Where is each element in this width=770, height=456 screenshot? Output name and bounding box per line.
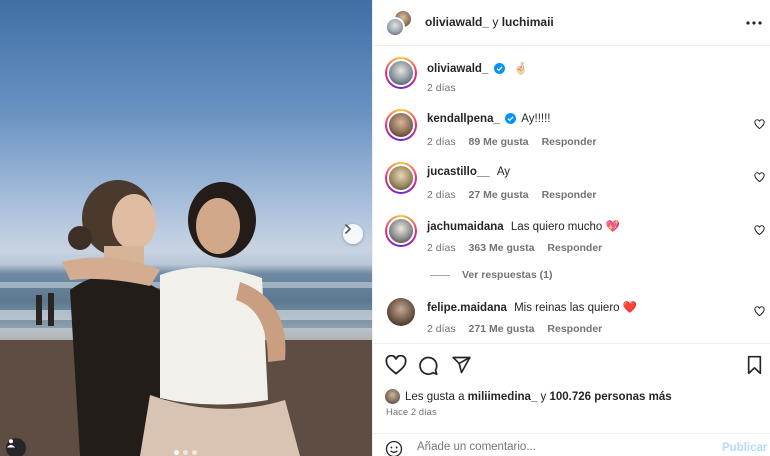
comment-meta: 2 días 271 Me gusta Responder [427,323,612,335]
comment-row: jucastillo__ Ay 2 días 27 Me gusta Respo… [385,162,765,206]
carousel-dot [183,450,188,455]
caption-meta: 2 días [427,82,466,94]
comment-input[interactable] [417,441,717,453]
avatar [385,389,400,404]
comment-text: jachumaidana Las quiero mucho 💖 [427,219,620,233]
post-time[interactable]: Hace 2 días [386,407,437,418]
reply-button[interactable]: Responder [542,189,597,201]
comment-composer: Publicar [373,433,770,456]
comment-likes[interactable]: 271 Me gusta [469,323,535,335]
publish-button[interactable]: Publicar [722,442,767,454]
comment-text: kendallpena_ Ay!!!!! [427,113,550,125]
avatar[interactable] [385,17,405,37]
instagram-post: oliviawald_ y luchimaii oliviawald_ 🤞🏻 2… [0,0,770,456]
comment-time[interactable]: 2 días [427,136,456,148]
comment-body: Las quiero mucho 💖 [510,221,620,233]
heart-icon[interactable] [754,172,765,183]
comment-time[interactable]: 2 días [427,189,456,201]
verified-icon [505,113,517,124]
comment-username[interactable]: felipe.maidana [427,302,507,314]
likes-user[interactable]: miliimedina_ [468,391,538,403]
post-photo[interactable] [0,0,372,456]
comment-likes[interactable]: 89 Me gusta [469,136,529,148]
avatar[interactable] [385,109,417,141]
comment-username[interactable]: jucastillo__ [427,166,490,178]
photo-illustration [0,180,372,456]
avatar[interactable] [385,57,417,89]
comment-time[interactable]: 2 días [427,323,456,335]
reply-button[interactable]: Responder [547,323,602,335]
likes-joiner: y [540,390,547,403]
comment-body: Ay [496,166,511,178]
view-replies-button[interactable]: Ver respuestas (1) [430,269,552,281]
caption-text: oliviawald_ 🤞🏻 [427,61,528,75]
comment-meta: 2 días 363 Me gusta Responder [427,242,612,254]
comment-meta: 2 días 89 Me gusta Responder [427,136,606,148]
more-options-button[interactable] [745,14,763,32]
post-side-panel: oliviawald_ y luchimaii oliviawald_ 🤞🏻 2… [372,0,770,456]
replies-divider [430,274,450,276]
comment-likes[interactable]: 363 Me gusta [469,242,535,254]
heart-icon[interactable] [754,306,765,317]
comment-text: jucastillo__ Ay [427,166,510,178]
user-tag-button[interactable] [6,438,26,456]
comment-icon[interactable] [417,355,439,376]
share-icon[interactable] [451,355,472,375]
avatar[interactable] [387,298,415,326]
carousel-dot [174,450,179,455]
more-icon [746,21,762,25]
post-actions: Les gusta a miliimedina_ y 100.726 perso… [373,343,770,456]
caption-emoji: 🤞🏻 [513,63,529,75]
likes-count[interactable]: 100.726 personas más [550,391,672,403]
verified-icon [493,63,505,74]
comment-text: felipe.maidana Mis reinas las quiero ❤️ [427,300,637,314]
comment-likes[interactable]: 27 Me gusta [469,189,529,201]
caption: oliviawald_ 🤞🏻 2 días [385,57,765,101]
likes-prefix: Les gusta a [405,390,465,403]
comment-meta: 2 días 27 Me gusta Responder [427,189,606,201]
comment-time[interactable]: 2 días [427,82,456,94]
comment-row: kendallpena_ Ay!!!!! 2 días 89 Me gusta … [385,109,765,153]
emoji-icon[interactable] [385,440,403,456]
carousel-dots [174,450,197,455]
post-header: oliviawald_ y luchimaii [373,0,770,46]
author-avatars[interactable] [385,9,413,37]
comment-body: Mis reinas las quiero ❤️ [514,302,638,314]
comment-row: felipe.maidana Mis reinas las quiero ❤️ … [385,296,765,340]
heart-icon[interactable] [385,355,407,375]
likes-summary[interactable]: Les gusta a miliimedina_ y 100.726 perso… [385,389,672,404]
avatar[interactable] [385,215,417,247]
reply-button[interactable]: Responder [542,136,597,148]
view-replies-label: Ver respuestas (1) [462,269,553,281]
carousel-dot [192,450,197,455]
user-tag-icon [7,439,15,448]
bookmark-icon[interactable] [746,355,763,375]
comment-username[interactable]: oliviawald_ [427,63,488,75]
heart-icon[interactable] [754,225,765,236]
avatar[interactable] [385,162,417,194]
heart-icon[interactable] [754,119,765,130]
author-link[interactable]: oliviawald_ [425,15,489,29]
author-joiner: y [492,15,499,29]
post-authors: oliviawald_ y luchimaii [425,15,554,29]
comment-row: jachumaidana Las quiero mucho 💖 2 días 3… [385,215,765,259]
carousel-next-button[interactable] [343,224,363,244]
chevron-right-icon [345,224,352,234]
coauthor-link[interactable]: luchimaii [502,15,554,29]
comment-time[interactable]: 2 días [427,242,456,254]
comments-list[interactable]: oliviawald_ 🤞🏻 2 días kendallpena_ Ay!!!… [373,47,770,343]
reply-button[interactable]: Responder [547,242,602,254]
comment-body: Ay!!!!! [521,113,551,125]
comment-username[interactable]: kendallpena_ [427,113,500,125]
comment-username[interactable]: jachumaidana [427,221,504,233]
